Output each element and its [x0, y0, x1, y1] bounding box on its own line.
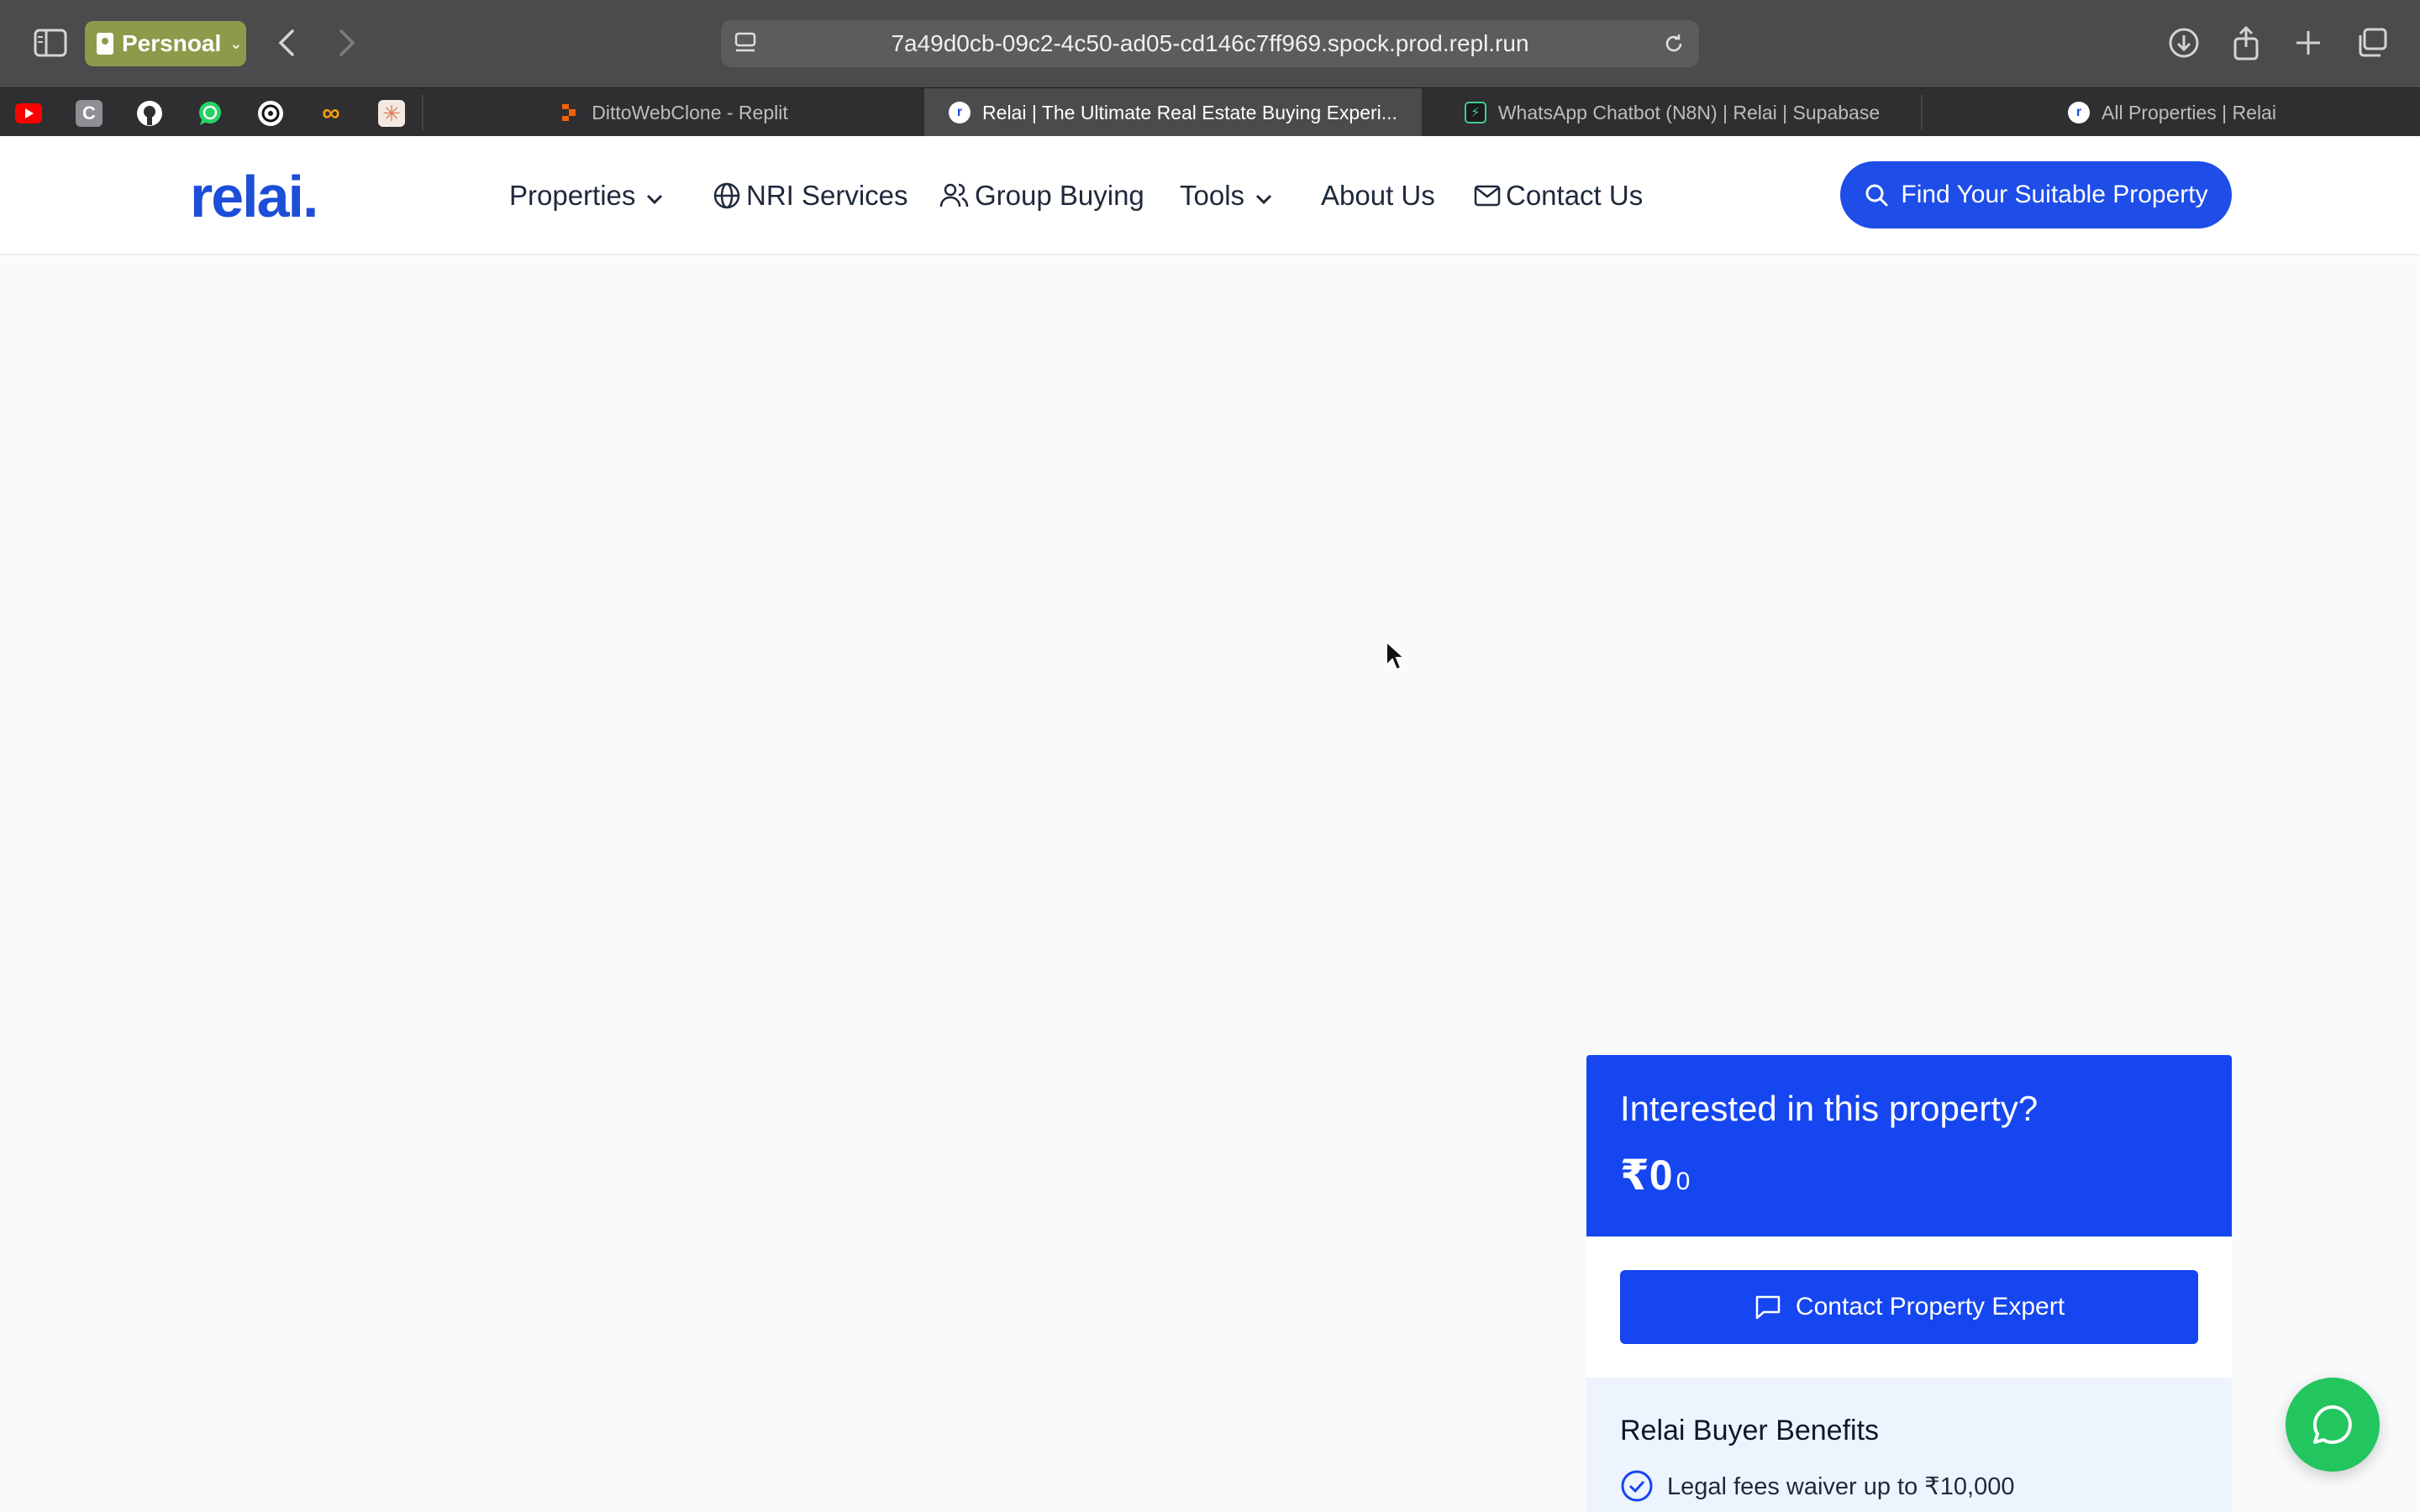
nav-contact-us[interactable]: Contact Us	[1474, 136, 1643, 255]
property-price: ₹0 0	[1620, 1151, 2198, 1200]
whatsapp-icon[interactable]	[197, 100, 224, 127]
contact-expert-button[interactable]: Contact Property Expert	[1620, 1270, 2198, 1344]
chevron-down-icon	[645, 180, 664, 212]
nav-group-buying[interactable]: Group Buying	[939, 136, 1144, 255]
globe-icon	[713, 181, 741, 210]
nav-nri-services[interactable]: NRI Services	[713, 136, 908, 255]
browser-titlebar: Persnoal ⌄ 7a49d0cb-09c2-4c50-ad05-cd146…	[0, 0, 2420, 87]
tab-dittowebclone[interactable]: DittoWebClone - Replit	[424, 88, 923, 137]
relai-logo[interactable]: relai.	[190, 163, 318, 230]
relai-favicon: r	[949, 102, 971, 123]
find-property-label: Find Your Suitable Property	[1901, 181, 2208, 208]
reload-icon[interactable]	[1662, 32, 1686, 61]
tab-label: WhatsApp Chatbot (N8N) | Relai | Supabas…	[1497, 101, 1881, 123]
benefit-item: Legal fees waiver up to ₹10,000	[1620, 1469, 2198, 1503]
profile-label: Persnoal	[122, 30, 222, 56]
benefits-title: Relai Buyer Benefits	[1620, 1415, 1880, 1446]
search-icon	[1865, 184, 1888, 207]
youtube-icon[interactable]	[15, 100, 42, 127]
downloads-icon[interactable]	[2168, 27, 2200, 59]
tab-divider	[1921, 95, 1923, 130]
tab-all-properties[interactable]: r All Properties | Relai	[1924, 88, 2420, 137]
sidebar-toggle-icon[interactable]	[34, 29, 67, 57]
new-tab-icon[interactable]	[2294, 29, 2323, 57]
site-header: relai. Properties NRI Services Group Buy…	[0, 136, 2420, 255]
message-square-icon	[1755, 1295, 1781, 1320]
tab-relai-home[interactable]: r Relai | The Ultimate Real Estate Buyin…	[924, 88, 1422, 137]
nav-label: Tools	[1180, 180, 1245, 211]
profile-switcher[interactable]: Persnoal ⌄	[85, 21, 246, 66]
site-info-icon[interactable]	[734, 32, 756, 61]
chatgpt-icon[interactable]	[257, 100, 284, 127]
interest-card-title: Interested in this property?	[1620, 1089, 2039, 1128]
nav-about-us[interactable]: About Us	[1321, 136, 1435, 255]
relai-favicon: r	[2068, 102, 2091, 123]
c-icon[interactable]: C	[76, 100, 103, 127]
interest-card-body: Contact Property Expert	[1586, 1236, 2232, 1378]
nav-label: NRI Services	[746, 180, 908, 211]
address-bar[interactable]: 7a49d0cb-09c2-4c50-ad05-cd146c7ff969.spo…	[721, 20, 1699, 67]
benefit-text: Legal fees waiver up to ₹10,000	[1667, 1473, 2015, 1500]
tab-overview-icon[interactable]	[2354, 27, 2388, 59]
nav-label: Contact Us	[1506, 180, 1644, 211]
supabase-icon: ⚡	[1464, 102, 1486, 123]
price-main: ₹0	[1620, 1152, 1673, 1199]
users-icon	[939, 181, 970, 210]
nav-label: Group Buying	[975, 180, 1144, 211]
tab-label: DittoWebClone - Replit	[592, 101, 788, 123]
infinity-icon[interactable]: ∞	[318, 99, 345, 127]
buyer-benefits: Relai Buyer Benefits Legal fees waiver u…	[1586, 1378, 2232, 1512]
tab-label: All Properties | Relai	[2102, 101, 2276, 123]
mail-icon	[1474, 185, 1501, 207]
chevron-down-icon: ⌄	[229, 34, 243, 52]
interest-card-header: Interested in this property? ₹0 0	[1586, 1055, 2232, 1236]
nav-label: About Us	[1321, 180, 1435, 211]
tab-bar: C ∞ ✳ DittoWebClone - Replit r Relai | T…	[0, 87, 2420, 137]
contact-expert-label: Contact Property Expert	[1795, 1293, 2065, 1320]
forward-icon[interactable]	[338, 29, 356, 57]
nav-tools[interactable]: Tools	[1180, 136, 1273, 255]
share-icon[interactable]	[2232, 25, 2260, 60]
chat-button[interactable]	[2286, 1378, 2380, 1472]
find-property-button[interactable]: Find Your Suitable Property	[1840, 161, 2232, 228]
profile-icon	[97, 33, 113, 55]
check-circle-icon	[1621, 1470, 1653, 1502]
url-text: 7a49d0cb-09c2-4c50-ad05-cd146c7ff969.spo…	[891, 30, 1529, 56]
nav-label: Properties	[509, 180, 636, 211]
chevron-down-icon	[1255, 180, 1273, 212]
claude-icon[interactable]: ✳	[378, 100, 405, 127]
chat-bubble-icon	[2312, 1404, 2352, 1444]
price-sub: 0	[1676, 1168, 1691, 1195]
github-icon[interactable]	[136, 100, 163, 127]
back-icon[interactable]	[277, 29, 296, 57]
nav-properties[interactable]: Properties	[509, 136, 664, 255]
tab-whatsapp-chatbot[interactable]: ⚡ WhatsApp Chatbot (N8N) | Relai | Supab…	[1423, 88, 1921, 137]
tab-label: Relai | The Ultimate Real Estate Buying …	[982, 101, 1397, 123]
mouse-cursor-icon	[1385, 639, 1407, 676]
replit-icon	[558, 102, 580, 123]
